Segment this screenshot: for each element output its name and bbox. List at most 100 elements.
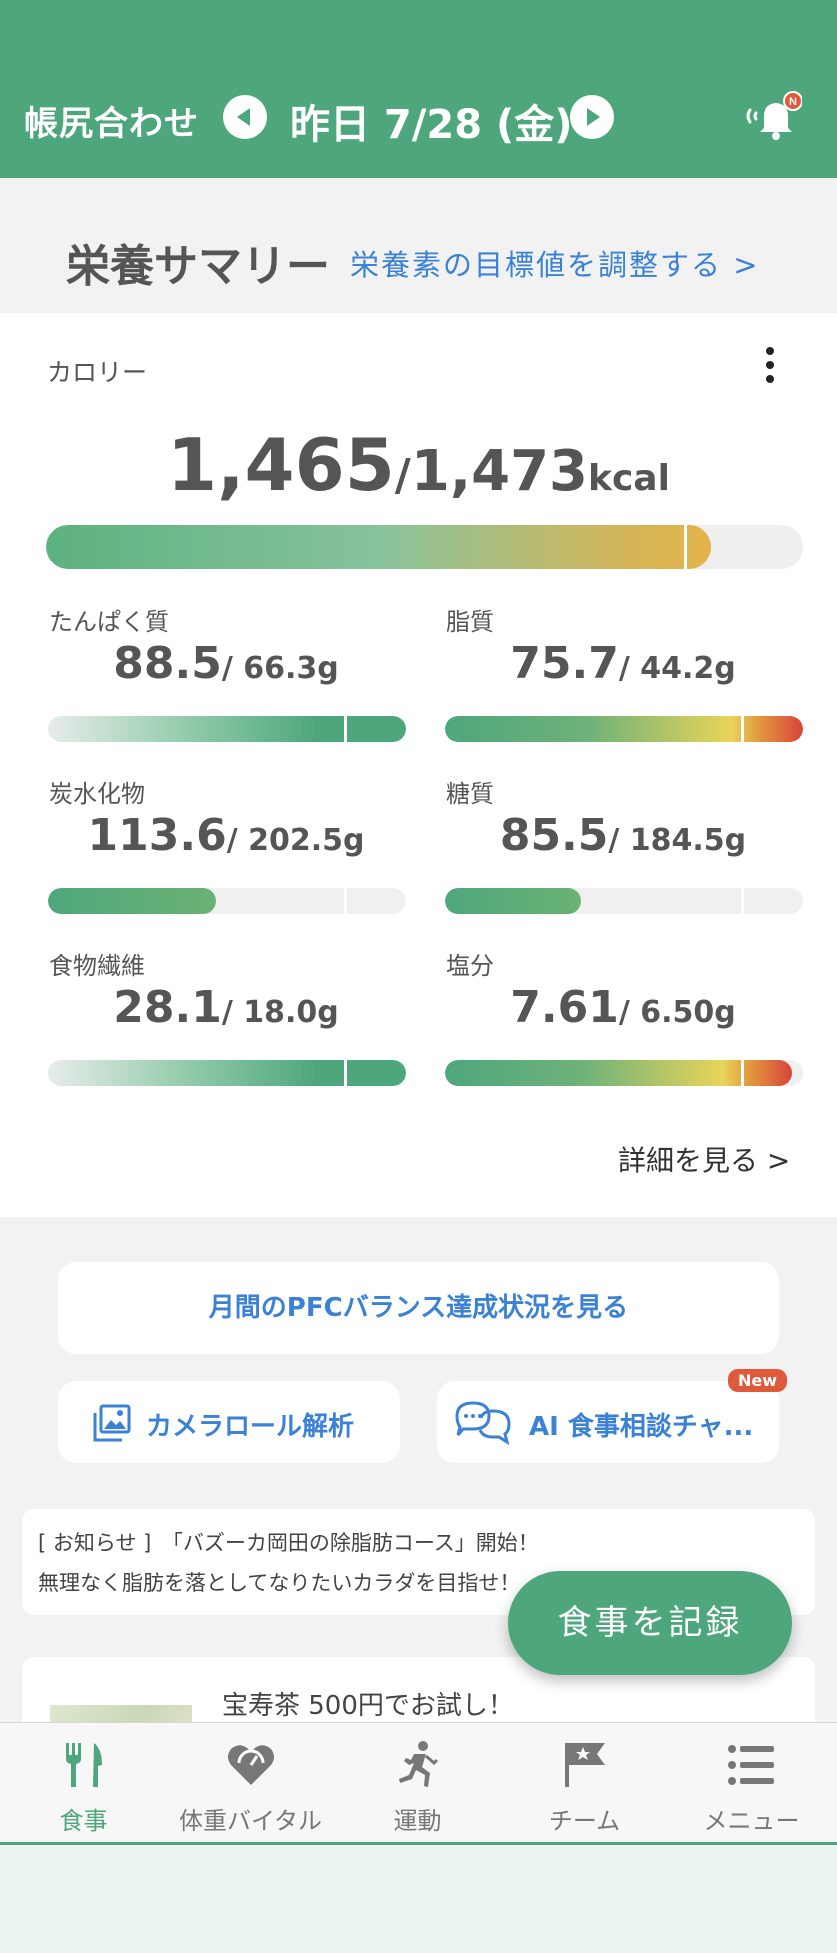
nutrient-target-marker (344, 1060, 347, 1086)
ai-chat-label: AI 食事相談チャ... (529, 1412, 754, 1442)
nutrient-item: たんぱく質 88.5/ 66.3g (46, 602, 406, 774)
notice-title: [ お知らせ ] 「バズーカ岡田の除脂肪コース」開始！ (38, 1531, 539, 1555)
nutrient-value: 113.6 (87, 810, 227, 861)
app-header: 帳尻合わせ 昨日 7/28 (金) N (0, 0, 837, 178)
list-icon (728, 1745, 774, 1785)
nutrient-progress-bar (48, 1060, 406, 1086)
nutrient-value: 7.61 (510, 982, 619, 1033)
next-day-button[interactable] (570, 95, 614, 139)
page-title: 栄養サマリー (66, 241, 330, 292)
flag-star-icon (565, 1743, 605, 1787)
nutrient-target: / 44.2g (618, 651, 736, 686)
nutrient-label: たんぱく質 (49, 608, 169, 636)
tab-weight-vital-label: 体重バイタル (178, 1807, 323, 1835)
nutrient-label: 糖質 (446, 780, 494, 808)
calorie-values: 1,465/1,473kcal (0, 423, 837, 507)
pfc-balance-button[interactable]: 月間のPFCバランス達成状況を見る (58, 1262, 779, 1354)
nutrient-target: / 202.5g (226, 823, 365, 858)
camera-roll-analysis-button[interactable]: カメラロール解析 (58, 1381, 400, 1463)
nutrient-target: / 66.3g (221, 651, 339, 686)
nutrient-progress-bar (48, 716, 406, 742)
running-icon (399, 1741, 439, 1787)
nutrient-target-marker (344, 716, 347, 742)
tab-meal[interactable]: 食事 (0, 1723, 167, 1843)
nutrient-progress-bar (445, 888, 803, 914)
notification-badge: N (789, 96, 797, 108)
nutrient-values: 85.5/ 184.5g (443, 810, 803, 861)
nutrient-target-marker (741, 1060, 744, 1086)
chevron-right-icon (587, 108, 600, 126)
calorie-progress-fill (46, 525, 712, 569)
nutrient-label: 炭水化物 (49, 780, 145, 808)
nutrition-card: カロリー 1,465/1,473kcal たんぱく質 88.5/ 66.3g 脂質 7… (0, 313, 837, 1217)
balance-adjust-button[interactable]: 帳尻合わせ (24, 96, 199, 145)
tab-team[interactable]: チーム (501, 1723, 668, 1843)
fork-knife-icon (66, 1743, 102, 1787)
view-details-link[interactable]: 詳細を見る > (618, 1139, 790, 1179)
more-options-icon[interactable] (762, 343, 778, 387)
nutrient-label: 塩分 (446, 952, 494, 980)
nutrient-target: / 6.50g (618, 995, 736, 1030)
nutrient-values: 113.6/ 202.5g (46, 810, 406, 861)
tab-menu[interactable]: メニュー (668, 1723, 835, 1843)
nutrient-item: 炭水化物 113.6/ 202.5g (46, 774, 406, 946)
nutrient-progress-fill (48, 1060, 406, 1086)
tab-exercise[interactable]: 運動 (334, 1723, 501, 1843)
chat-bubbles-icon (455, 1401, 511, 1446)
image-gallery-icon (93, 1404, 131, 1442)
nutrient-values: 28.1/ 18.0g (46, 982, 406, 1033)
record-meal-button[interactable]: 食事を記録 (508, 1571, 792, 1675)
nutrient-item: 食物繊維 28.1/ 18.0g (46, 946, 406, 1118)
nutrient-progress-fill (48, 716, 406, 742)
tab-exercise-label: 運動 (393, 1807, 442, 1835)
heart-scale-icon (228, 1745, 274, 1785)
tab-menu-label: メニュー (703, 1807, 800, 1835)
nutrient-item: 糖質 85.5/ 184.5g (443, 774, 803, 946)
ai-meal-chat-button[interactable]: AI 食事相談チャ... (437, 1381, 779, 1463)
nutrient-value: 85.5 (499, 810, 609, 861)
previous-day-button[interactable] (223, 95, 267, 139)
calorie-target: 1,473 (410, 439, 589, 504)
calorie-separator: / (394, 450, 411, 501)
nutrient-item: 脂質 75.7/ 44.2g (443, 602, 803, 774)
camera-roll-label: カメラロール解析 (146, 1412, 355, 1442)
nutrient-values: 88.5/ 66.3g (46, 638, 406, 689)
tab-meal-label: 食事 (59, 1807, 108, 1835)
adjust-targets-link[interactable]: 栄養素の目標値を調整する > (350, 242, 760, 284)
calorie-progress-bar (46, 525, 803, 569)
promo-title: 宝寿茶 500円でお試し！ (222, 1691, 514, 1721)
calorie-label: カロリー (47, 358, 148, 387)
nutrient-target-marker (741, 716, 744, 742)
bottom-tab-bar: 食事 体重バイタル 運動 チーム メニュー (0, 1722, 837, 1845)
current-date[interactable]: 昨日 7/28 (金) (290, 92, 573, 150)
calorie-unit: kcal (588, 458, 670, 499)
nutrient-values: 75.7/ 44.2g (443, 638, 803, 689)
nutrient-progress-bar (445, 716, 803, 742)
tab-weight-vital[interactable]: 体重バイタル (167, 1723, 334, 1843)
nutrient-label: 食物繊維 (49, 952, 145, 980)
nutrient-item: 塩分 7.61/ 6.50g (443, 946, 803, 1118)
nutrient-target-marker (741, 888, 744, 914)
tab-team-label: チーム (548, 1807, 621, 1835)
nutrient-progress-fill (445, 716, 803, 742)
chevron-left-icon (237, 108, 250, 126)
home-indicator-area (0, 1848, 837, 1953)
calorie-target-marker (684, 525, 687, 569)
nutrient-value: 28.1 (113, 982, 222, 1033)
notice-body: 無理なく脂肪を落としてなりたいカラダを目指せ！ (38, 1571, 521, 1595)
calorie-value: 1,465 (167, 423, 395, 507)
summary-bar: 栄養サマリー 栄養素の目標値を調整する > (0, 178, 837, 313)
nutrient-target: / 184.5g (608, 823, 747, 858)
nutrient-label: 脂質 (446, 608, 494, 636)
nutrient-value: 88.5 (113, 638, 222, 689)
nutrient-progress-bar (48, 888, 406, 914)
nutrient-values: 7.61/ 6.50g (443, 982, 803, 1033)
nutrient-progress-bar (445, 1060, 803, 1086)
nutrient-target: / 18.0g (221, 995, 339, 1030)
notification-bell-icon[interactable]: N (742, 88, 802, 144)
nutrient-target-marker (344, 888, 347, 914)
nutrient-value: 75.7 (510, 638, 619, 689)
nutrient-progress-fill (48, 888, 217, 914)
nutrient-progress-fill (445, 888, 582, 914)
new-badge: New (728, 1369, 788, 1392)
